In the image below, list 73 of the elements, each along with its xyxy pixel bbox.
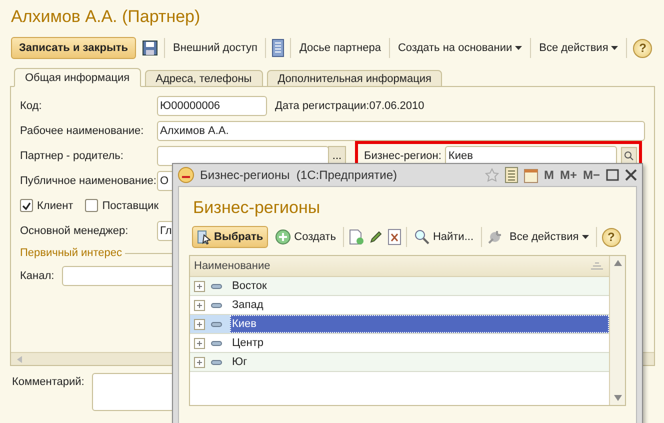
search-icon[interactable] <box>621 146 638 164</box>
field-label: Основной менеджер: <box>20 224 130 236</box>
code-field[interactable]: Ю00000006 <box>157 96 267 116</box>
tab[interactable]: Общая информация <box>14 68 141 87</box>
table-row[interactable]: Центр <box>230 334 609 352</box>
name-field[interactable]: Алхимов А.А. <box>157 120 645 140</box>
star-icon[interactable] <box>484 168 499 182</box>
arrow-up-icon[interactable] <box>614 260 622 266</box>
help-icon[interactable]: ? <box>633 38 652 58</box>
field-label: Рабочее наименование: <box>20 124 145 136</box>
tab[interactable]: Адреса, телефоны <box>144 70 263 87</box>
save-close-button[interactable]: Записать и закрыть <box>11 37 136 59</box>
toolbar-button[interactable]: Создать на основании <box>396 42 524 54</box>
expand-icon[interactable] <box>194 356 205 368</box>
help-icon[interactable]: ? <box>602 228 621 246</box>
toolbar-button[interactable]: Досье партнера <box>297 42 383 54</box>
memory-button[interactable]: M− <box>582 168 600 182</box>
field-label: Партнер - родитель: <box>20 150 124 162</box>
table-row[interactable]: Запад <box>230 296 609 314</box>
plus-icon <box>275 229 292 245</box>
plug-icon[interactable] <box>486 229 502 245</box>
expand-icon[interactable] <box>194 318 205 330</box>
toolbar-button[interactable]: Внешний доступ <box>171 42 260 54</box>
form-title: Алхимов А.А. (Партнер) <box>10 6 202 28</box>
field-label: Бизнес-регион: <box>364 150 442 162</box>
item-icon <box>211 322 222 326</box>
cursor-icon <box>197 229 211 245</box>
maximize-icon[interactable] <box>606 169 619 181</box>
find-button[interactable]: Найти... <box>412 229 476 245</box>
checkbox-label: Клиент <box>37 200 74 212</box>
calculator-icon[interactable] <box>504 167 518 183</box>
item-icon <box>211 360 222 364</box>
expand-icon[interactable] <box>194 280 205 292</box>
column-header[interactable]: Наименование <box>194 260 270 272</box>
checkbox[interactable] <box>85 199 98 212</box>
select-button[interactable]: Выбрать <box>192 226 268 248</box>
logo-icon <box>178 167 194 183</box>
item-icon <box>211 340 222 346</box>
field-label: Комментарий: <box>12 376 84 390</box>
search-icon <box>414 229 430 245</box>
toolbar-button[interactable]: Все действия <box>537 42 620 54</box>
parent-field[interactable] <box>157 146 329 166</box>
checkbox-label: Поставщик <box>102 200 159 212</box>
expand-icon[interactable] <box>194 338 205 348</box>
checkbox[interactable] <box>20 199 33 212</box>
expand-icon[interactable] <box>194 300 205 310</box>
memory-button[interactable]: M <box>544 168 554 182</box>
registration-date: Дата регистрации:07.06.2010 <box>275 100 424 112</box>
tab[interactable]: Дополнительная информация <box>266 70 442 87</box>
copy-icon[interactable] <box>348 229 364 245</box>
delete-icon[interactable] <box>388 229 401 245</box>
region-field[interactable]: Киев <box>445 146 618 166</box>
vertical-scrollbar[interactable] <box>609 256 625 405</box>
calendar-icon[interactable] <box>524 167 538 183</box>
pencil-icon[interactable] <box>368 230 383 244</box>
pick-button[interactable]: ... <box>328 146 346 166</box>
table-row[interactable]: Киев <box>230 315 609 333</box>
memory-button[interactable]: M+ <box>560 168 577 182</box>
window-title: Бизнес-регионы (1С:Предприятие) <box>200 168 398 182</box>
all-actions-button[interactable]: Все действия <box>508 231 591 243</box>
item-icon <box>211 302 222 308</box>
close-icon[interactable] <box>625 169 637 181</box>
item-icon <box>211 284 222 288</box>
field-label: Публичное наименование: <box>20 174 157 186</box>
list-icon[interactable] <box>272 39 284 57</box>
arrow-down-icon[interactable] <box>614 395 622 401</box>
section-title: Первичный интерес <box>20 247 122 259</box>
create-button[interactable]: Создать <box>273 229 338 245</box>
dialog-heading: Бизнес-регионы <box>192 197 322 219</box>
field-label: Канал: <box>20 270 56 282</box>
caret-icon <box>582 235 589 239</box>
save-icon[interactable] <box>142 40 158 56</box>
field-label: Код: <box>20 100 43 112</box>
